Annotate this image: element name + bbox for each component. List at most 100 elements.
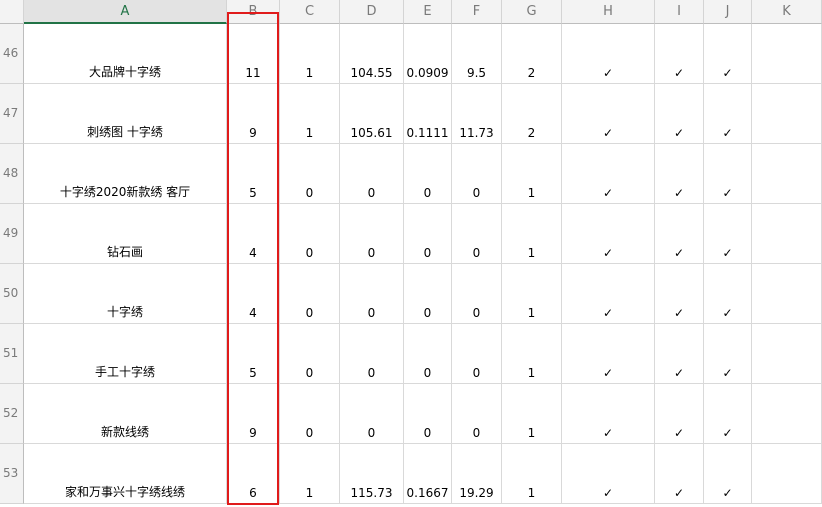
cell-f53[interactable]: 19.29 (452, 444, 502, 504)
cell-g51[interactable]: 1 (502, 324, 562, 384)
cell-h48[interactable]: ✓ (562, 144, 655, 204)
cell-e46[interactable]: 0.0909 (404, 24, 452, 84)
cell-k53[interactable] (752, 444, 822, 504)
cell-d50[interactable]: 0 (340, 264, 404, 324)
row-header[interactable]: 52 (0, 384, 24, 444)
column-header-b[interactable]: B (227, 0, 280, 24)
cell-f46[interactable]: 9.5 (452, 24, 502, 84)
cell-g48[interactable]: 1 (502, 144, 562, 204)
cell-h49[interactable]: ✓ (562, 204, 655, 264)
cell-f51[interactable]: 0 (452, 324, 502, 384)
column-header-j[interactable]: J (704, 0, 752, 24)
row-header[interactable]: 46 (0, 24, 24, 84)
cell-j51[interactable]: ✓ (704, 324, 752, 384)
column-header-c[interactable]: C (280, 0, 340, 24)
cell-i49[interactable]: ✓ (655, 204, 704, 264)
cell-d52[interactable]: 0 (340, 384, 404, 444)
cell-f48[interactable]: 0 (452, 144, 502, 204)
cell-j47[interactable]: ✓ (704, 84, 752, 144)
row-header[interactable]: 48 (0, 144, 24, 204)
cell-c46[interactable]: 1 (280, 24, 340, 84)
cell-a51[interactable]: 手工十字绣 (24, 324, 227, 384)
cell-j53[interactable]: ✓ (704, 444, 752, 504)
cell-e49[interactable]: 0 (404, 204, 452, 264)
cell-f50[interactable]: 0 (452, 264, 502, 324)
row-header[interactable]: 53 (0, 444, 24, 504)
cell-b48[interactable]: 5 (227, 144, 280, 204)
cell-c52[interactable]: 0 (280, 384, 340, 444)
cell-g47[interactable]: 2 (502, 84, 562, 144)
cell-h52[interactable]: ✓ (562, 384, 655, 444)
select-all-corner[interactable] (0, 0, 24, 24)
cell-c50[interactable]: 0 (280, 264, 340, 324)
cell-k48[interactable] (752, 144, 822, 204)
cell-b47[interactable]: 9 (227, 84, 280, 144)
cell-a49[interactable]: 钻石画 (24, 204, 227, 264)
cell-e47[interactable]: 0.1111 (404, 84, 452, 144)
cell-g52[interactable]: 1 (502, 384, 562, 444)
cell-i47[interactable]: ✓ (655, 84, 704, 144)
cell-e53[interactable]: 0.1667 (404, 444, 452, 504)
cell-i52[interactable]: ✓ (655, 384, 704, 444)
cell-d51[interactable]: 0 (340, 324, 404, 384)
cell-d46[interactable]: 104.55 (340, 24, 404, 84)
column-header-g[interactable]: G (502, 0, 562, 24)
cell-j50[interactable]: ✓ (704, 264, 752, 324)
cell-h46[interactable]: ✓ (562, 24, 655, 84)
cell-e48[interactable]: 0 (404, 144, 452, 204)
cell-c51[interactable]: 0 (280, 324, 340, 384)
cell-c53[interactable]: 1 (280, 444, 340, 504)
cell-b53[interactable]: 6 (227, 444, 280, 504)
cell-a52[interactable]: 新款线绣 (24, 384, 227, 444)
column-header-e[interactable]: E (404, 0, 452, 24)
cell-g53[interactable]: 1 (502, 444, 562, 504)
column-header-h[interactable]: H (562, 0, 655, 24)
column-header-f[interactable]: F (452, 0, 502, 24)
cell-h51[interactable]: ✓ (562, 324, 655, 384)
cell-b49[interactable]: 4 (227, 204, 280, 264)
column-header-k[interactable]: K (752, 0, 822, 24)
cell-b46[interactable]: 11 (227, 24, 280, 84)
cell-b50[interactable]: 4 (227, 264, 280, 324)
cell-d48[interactable]: 0 (340, 144, 404, 204)
cell-f47[interactable]: 11.73 (452, 84, 502, 144)
cell-a53[interactable]: 家和万事兴十字绣线绣 (24, 444, 227, 504)
cell-k47[interactable] (752, 84, 822, 144)
cell-k49[interactable] (752, 204, 822, 264)
cell-a48[interactable]: 十字绣2020新款绣 客厅 (24, 144, 227, 204)
cell-d49[interactable]: 0 (340, 204, 404, 264)
cell-k51[interactable] (752, 324, 822, 384)
cell-g46[interactable]: 2 (502, 24, 562, 84)
column-header-i[interactable]: I (655, 0, 704, 24)
cell-j49[interactable]: ✓ (704, 204, 752, 264)
cell-h50[interactable]: ✓ (562, 264, 655, 324)
cell-b51[interactable]: 5 (227, 324, 280, 384)
cell-e51[interactable]: 0 (404, 324, 452, 384)
cell-i46[interactable]: ✓ (655, 24, 704, 84)
cell-j52[interactable]: ✓ (704, 384, 752, 444)
cell-j48[interactable]: ✓ (704, 144, 752, 204)
row-header[interactable]: 49 (0, 204, 24, 264)
cell-i53[interactable]: ✓ (655, 444, 704, 504)
cell-a46[interactable]: 大品牌十字绣 (24, 24, 227, 84)
cell-i50[interactable]: ✓ (655, 264, 704, 324)
cell-e52[interactable]: 0 (404, 384, 452, 444)
column-header-a[interactable]: A (24, 0, 227, 24)
cell-a47[interactable]: 刺绣图 十字绣 (24, 84, 227, 144)
cell-i48[interactable]: ✓ (655, 144, 704, 204)
cell-g50[interactable]: 1 (502, 264, 562, 324)
cell-c48[interactable]: 0 (280, 144, 340, 204)
cell-a50[interactable]: 十字绣 (24, 264, 227, 324)
column-header-d[interactable]: D (340, 0, 404, 24)
cell-f49[interactable]: 0 (452, 204, 502, 264)
cell-k50[interactable] (752, 264, 822, 324)
cell-h53[interactable]: ✓ (562, 444, 655, 504)
row-header[interactable]: 50 (0, 264, 24, 324)
cell-i51[interactable]: ✓ (655, 324, 704, 384)
cell-g49[interactable]: 1 (502, 204, 562, 264)
row-header[interactable]: 51 (0, 324, 24, 384)
cell-f52[interactable]: 0 (452, 384, 502, 444)
cell-d53[interactable]: 115.73 (340, 444, 404, 504)
cell-j46[interactable]: ✓ (704, 24, 752, 84)
cell-b52[interactable]: 9 (227, 384, 280, 444)
